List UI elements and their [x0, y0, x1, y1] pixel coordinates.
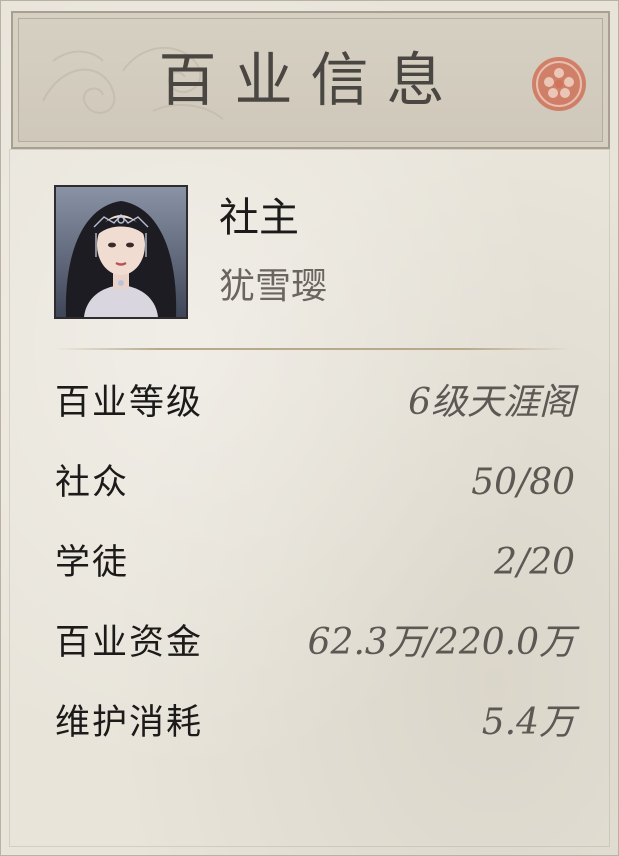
member-role: 社主: [219, 195, 299, 241]
stat-label: 百业资金: [55, 623, 204, 663]
stat-row-apprentices: 学徒 2/20: [55, 538, 575, 588]
stat-value: 6级天涯阁: [408, 382, 575, 423]
panel-header: 百业信息: [11, 11, 610, 149]
stat-value: 2/20: [494, 542, 575, 583]
stat-label: 学徒: [55, 543, 130, 583]
stat-row-guild-level: 百业等级 6级天涯阁: [55, 378, 575, 428]
portrait-image: [56, 187, 186, 317]
stat-label: 社众: [55, 463, 130, 503]
stat-row-members: 社众 50/80: [55, 458, 575, 508]
panel-title: 百业信息: [158, 46, 463, 114]
guild-info-panel: 百业信息 社主 犹雪璎 百业等级 6级天涯阁 社众 50/80 学徒 2/20 …: [0, 0, 619, 856]
stat-label: 百业等级: [55, 383, 204, 423]
red-seal-icon: [532, 57, 586, 111]
member-name: 犹雪璎: [219, 266, 328, 307]
stat-label: 维护消耗: [55, 703, 204, 743]
character-portrait[interactable]: [54, 185, 188, 319]
stat-row-maintenance: 维护消耗 5.4万: [55, 698, 575, 748]
stat-value: 50/80: [471, 462, 575, 503]
stat-value: 5.4万: [481, 702, 575, 743]
stat-value: 62.3万/220.0万: [307, 622, 575, 663]
section-divider: [55, 348, 571, 350]
stat-row-funds: 百业资金 62.3万/220.0万: [55, 618, 575, 668]
